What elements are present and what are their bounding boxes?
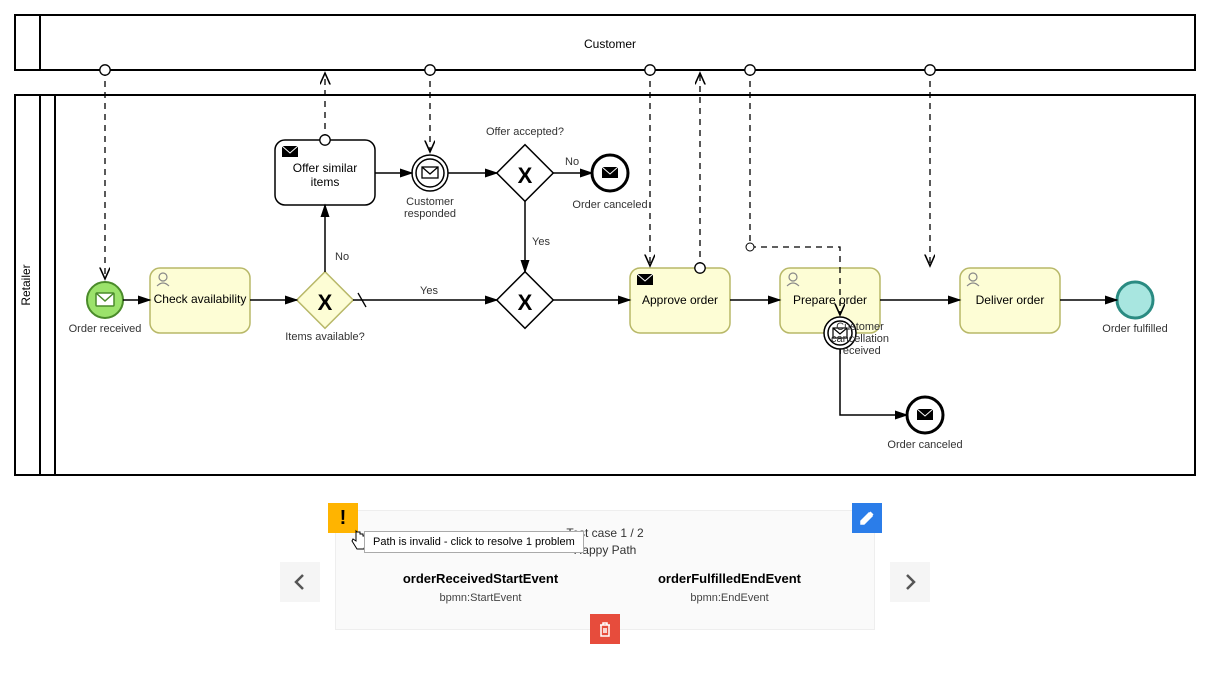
pool-retailer-label: Retailer bbox=[19, 264, 33, 305]
end-event-order-canceled-2[interactable] bbox=[907, 397, 943, 433]
end-event-name: orderFulfilledEndEvent bbox=[605, 571, 854, 586]
delete-button[interactable] bbox=[590, 614, 620, 644]
warning-button[interactable]: ! bbox=[328, 503, 358, 533]
envelope-icon bbox=[637, 274, 653, 285]
trash-icon bbox=[598, 621, 612, 637]
gateway-offer-accepted[interactable]: X bbox=[497, 145, 554, 202]
svg-text:X: X bbox=[518, 290, 533, 315]
svg-text:Check availability: Check availability bbox=[154, 292, 247, 306]
svg-text:X: X bbox=[518, 163, 533, 188]
end-fulfilled-label: Order fulfilled bbox=[1102, 323, 1167, 335]
start-event-col: orderReceivedStartEvent bpmn:StartEvent bbox=[356, 571, 605, 604]
edit-button[interactable] bbox=[852, 503, 882, 533]
end-cancel2-label: Order canceled bbox=[887, 439, 962, 451]
start-event-name: orderReceivedStartEvent bbox=[356, 571, 605, 586]
svg-text:Deliver order: Deliver order bbox=[976, 293, 1045, 307]
chevron-left-icon bbox=[294, 574, 306, 590]
start-event-label: Order received bbox=[69, 323, 142, 335]
task-approve-order[interactable]: Approve order bbox=[630, 268, 730, 333]
exclamation-icon: ! bbox=[340, 507, 347, 530]
edge-label-no: No bbox=[335, 251, 349, 263]
flow-boundary-cancel[interactable] bbox=[840, 349, 907, 415]
chevron-right-icon bbox=[904, 574, 916, 590]
gateway-offer-label: Offer accepted? bbox=[486, 126, 564, 138]
gateway-items-label: Items available? bbox=[285, 331, 365, 343]
end-event-order-canceled-1[interactable] bbox=[592, 155, 628, 191]
envelope-icon bbox=[282, 146, 298, 157]
edge-label-yes: Yes bbox=[420, 285, 438, 297]
test-case-panel: ! Path is invalid - click to resolve 1 p… bbox=[280, 510, 930, 630]
edge-label-offer-yes: Yes bbox=[532, 236, 550, 248]
event-customer-responded[interactable] bbox=[412, 155, 448, 191]
bpmn-diagram: Customer Retailer Order received Check a… bbox=[10, 10, 1200, 480]
prev-button[interactable] bbox=[280, 562, 320, 602]
end-cancel1-label: Order canceled bbox=[572, 199, 647, 211]
gateway-merge[interactable]: X bbox=[497, 272, 554, 329]
end-event-col: orderFulfilledEndEvent bpmn:EndEvent bbox=[605, 571, 854, 604]
start-event-type: bpmn:StartEvent bbox=[356, 592, 605, 604]
edge-label-offer-no: No bbox=[565, 156, 579, 168]
end-event-order-fulfilled[interactable] bbox=[1117, 282, 1153, 318]
task-check-availability[interactable]: Check availability bbox=[150, 268, 250, 333]
start-event-order-received[interactable] bbox=[87, 282, 123, 318]
task-offer-similar-items[interactable]: Offer similaritems bbox=[275, 140, 375, 205]
pencil-icon bbox=[859, 510, 875, 526]
svg-text:Approve order: Approve order bbox=[642, 293, 718, 307]
svg-text:Prepare order: Prepare order bbox=[793, 293, 867, 307]
warning-tooltip: Path is invalid - click to resolve 1 pro… bbox=[364, 531, 584, 553]
gateway-items-available[interactable]: X bbox=[297, 272, 354, 329]
next-button[interactable] bbox=[890, 562, 930, 602]
pool-customer-label: Customer bbox=[584, 37, 636, 51]
end-event-type: bpmn:EndEvent bbox=[605, 592, 854, 604]
svg-text:Customerresponded: Customerresponded bbox=[404, 196, 456, 220]
task-deliver-order[interactable]: Deliver order bbox=[960, 268, 1060, 333]
svg-text:X: X bbox=[318, 290, 333, 315]
